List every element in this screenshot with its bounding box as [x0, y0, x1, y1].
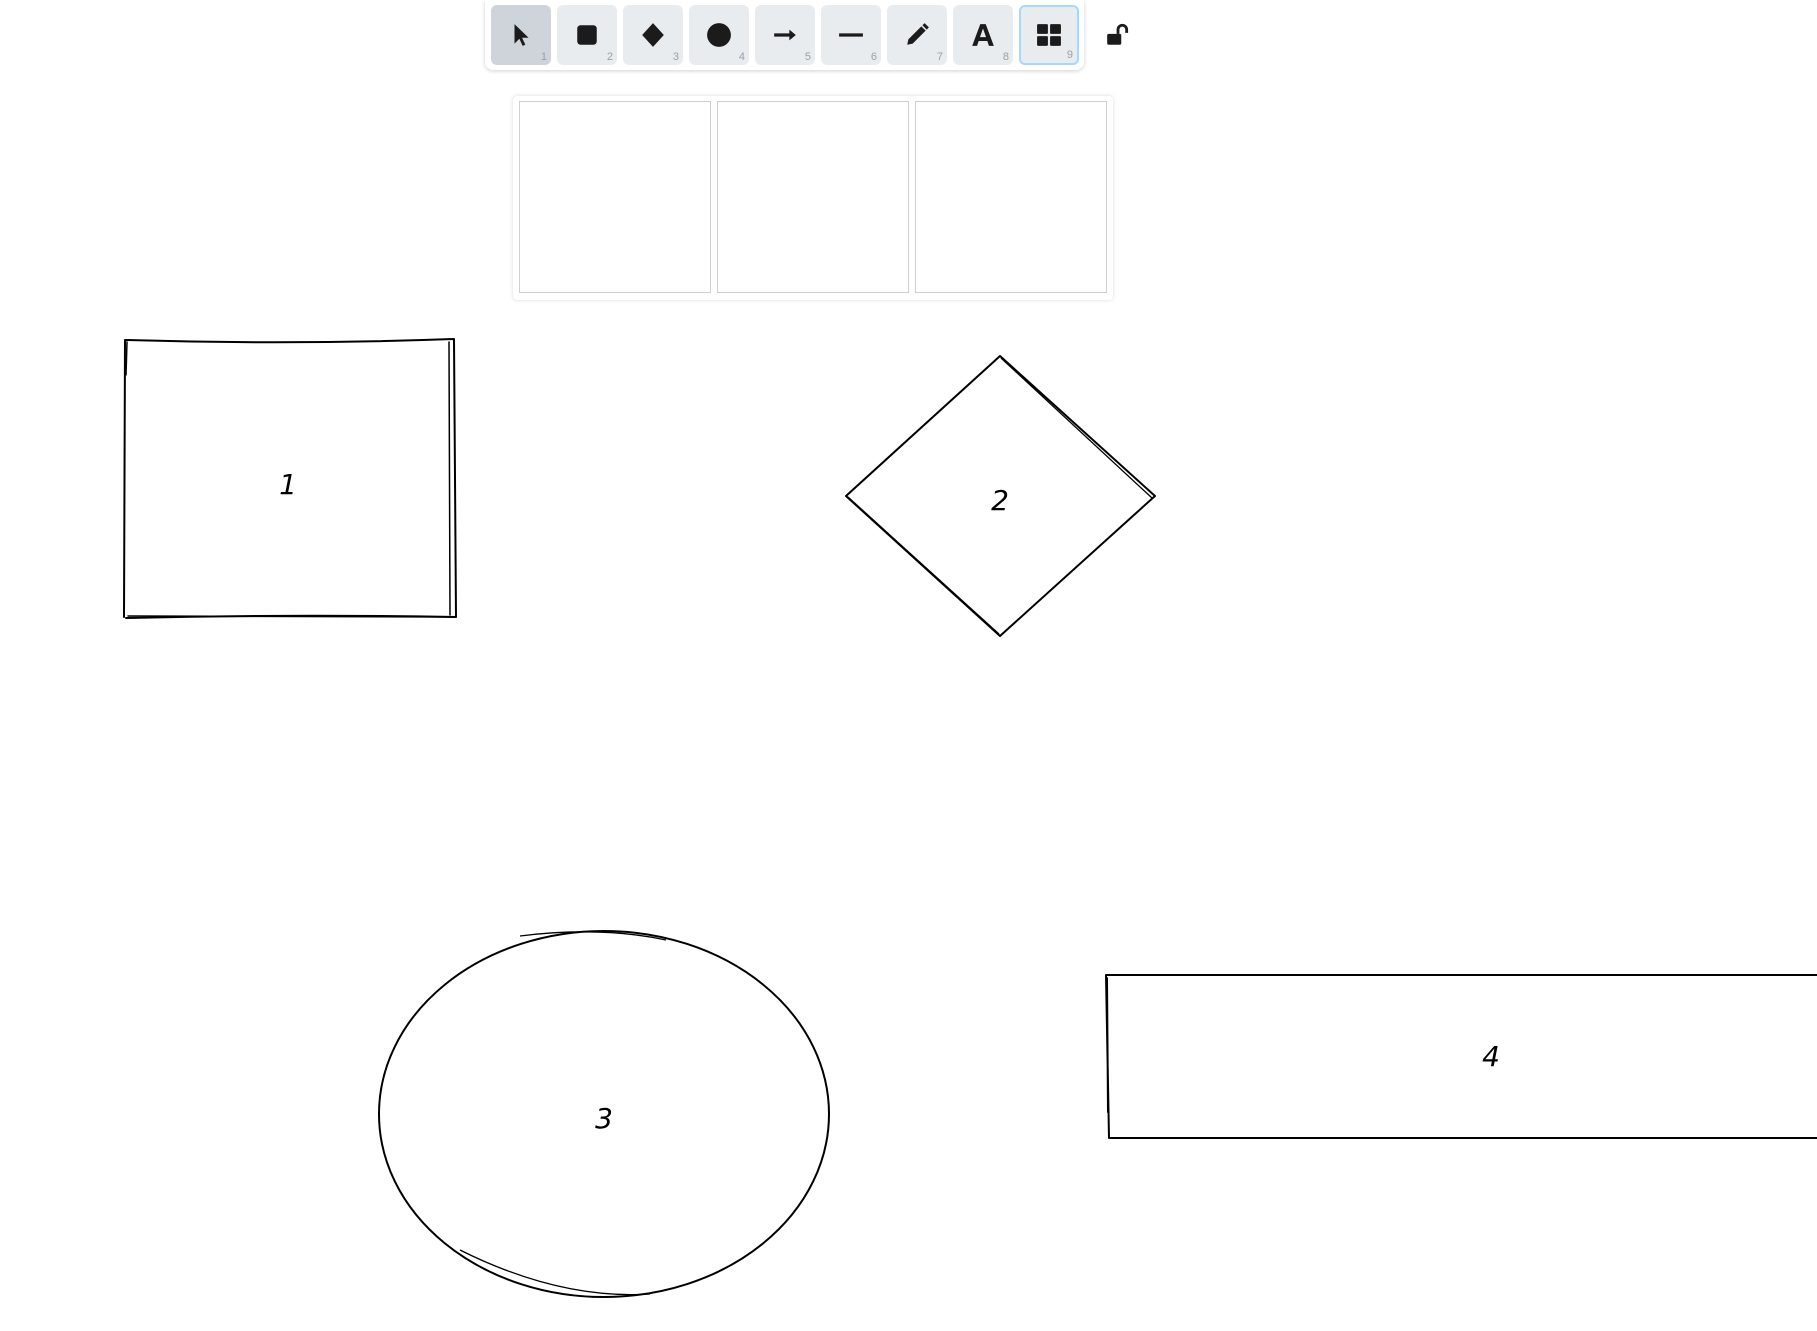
tool-shortcut: 8: [1002, 51, 1009, 63]
tool-library[interactable]: 9: [1019, 5, 1079, 65]
library-slot[interactable]: [915, 101, 1107, 293]
toolbar: 1 2 3 4 5 6 7 8 9: [485, 0, 1084, 70]
unlock-icon: [1107, 23, 1129, 45]
shape-label-3: 3: [595, 1102, 613, 1135]
tool-diamond[interactable]: 3: [623, 5, 683, 65]
tool-shortcut: 6: [870, 51, 877, 63]
shape-rectangle-4[interactable]: 4: [1105, 974, 1817, 1139]
drawing-canvas[interactable]: 1 2 3 4 1 2 3 4 5 6 7 8 9: [0, 0, 1817, 1331]
tool-shortcut: 4: [738, 51, 745, 63]
grid-icon: [1037, 24, 1061, 46]
tool-ellipse[interactable]: 4: [689, 5, 749, 65]
pointer-icon: [514, 24, 529, 46]
tool-line[interactable]: 6: [821, 5, 881, 65]
circle-icon: [707, 23, 731, 47]
tool-shortcut: 2: [606, 51, 613, 63]
pencil-icon: [907, 23, 929, 45]
shape-ellipse-3[interactable]: 3: [378, 930, 830, 1298]
tool-draw[interactable]: 7: [887, 5, 947, 65]
library-slot[interactable]: [519, 101, 711, 293]
shape-diamond-2[interactable]: 2: [845, 355, 1156, 637]
tool-text[interactable]: 8: [953, 5, 1013, 65]
tool-shortcut: 1: [540, 51, 547, 63]
shape-rectangle-1[interactable]: 1: [123, 338, 457, 619]
lock-toggle[interactable]: [1103, 20, 1133, 50]
arrow-right-icon: [774, 29, 796, 41]
library-slot[interactable]: [717, 101, 909, 293]
diamond-icon: [642, 23, 664, 47]
tool-arrow[interactable]: 5: [755, 5, 815, 65]
library-panel: [513, 96, 1113, 300]
tool-shortcut: 3: [672, 51, 679, 63]
tool-shortcut: 9: [1066, 49, 1073, 61]
square-icon: [577, 25, 597, 45]
shape-label-1: 1: [279, 468, 297, 501]
tool-rectangle[interactable]: 2: [557, 5, 617, 65]
line-icon: [839, 33, 863, 37]
shape-label-4: 4: [1482, 1040, 1500, 1073]
shape-label-2: 2: [991, 484, 1009, 517]
tool-shortcut: 7: [936, 51, 943, 63]
text-icon: [972, 24, 994, 46]
tool-shortcut: 5: [804, 51, 811, 63]
tool-select[interactable]: 1: [491, 5, 551, 65]
